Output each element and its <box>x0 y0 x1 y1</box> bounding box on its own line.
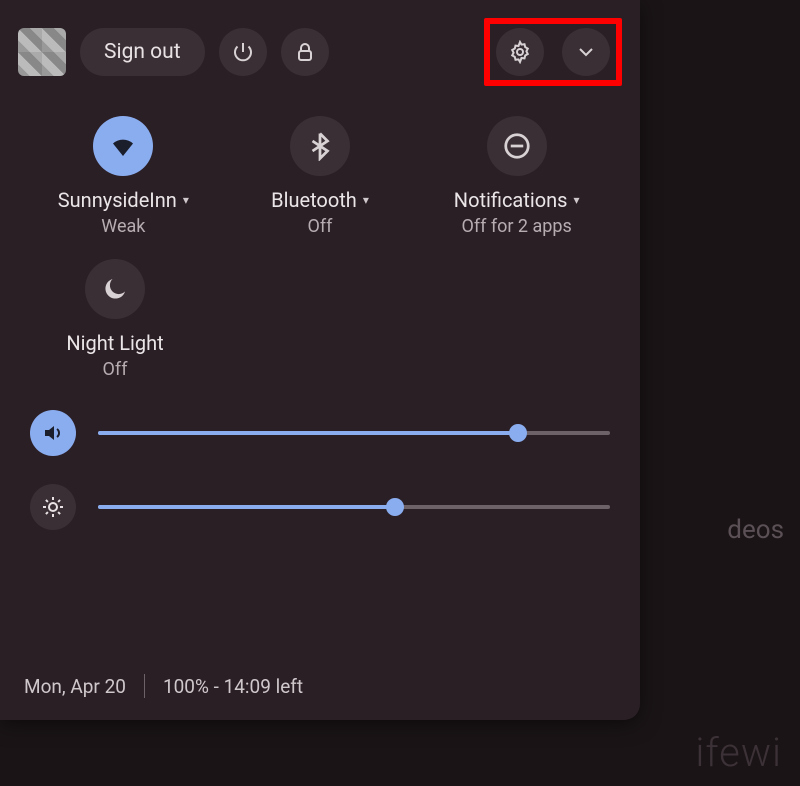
night-light-row: Night Light Off <box>0 237 640 380</box>
date-text: Mon, Apr 20 <box>24 675 126 698</box>
wifi-tile[interactable]: SunnysideInn ▾ Weak <box>30 116 217 237</box>
bluetooth-label: Bluetooth <box>271 188 357 212</box>
do-not-disturb-icon <box>502 131 532 161</box>
notifications-tile[interactable]: Notifications ▾ Off for 2 apps <box>423 116 610 237</box>
sign-out-button[interactable]: Sign out <box>80 28 205 76</box>
footer-divider <box>144 674 145 698</box>
watermark: ifewi <box>695 729 782 776</box>
bluetooth-status: Off <box>308 216 333 237</box>
bluetooth-toggle[interactable] <box>290 116 350 176</box>
collapse-button[interactable] <box>562 28 610 76</box>
brightness-button[interactable] <box>30 484 76 530</box>
quick-tiles: SunnysideInn ▾ Weak Bluetooth ▾ Off Noti… <box>0 86 640 237</box>
brightness-thumb[interactable] <box>386 498 404 516</box>
night-light-status: Off <box>103 359 128 380</box>
sign-out-label: Sign out <box>104 40 181 64</box>
volume-row <box>30 410 610 456</box>
bluetooth-tile[interactable]: Bluetooth ▾ Off <box>227 116 414 237</box>
user-avatar[interactable] <box>18 28 66 76</box>
notifications-status: Off for 2 apps <box>461 216 571 237</box>
wifi-icon <box>108 131 138 161</box>
power-icon <box>231 40 255 64</box>
chevron-down-icon <box>574 40 598 64</box>
volume-button[interactable] <box>30 410 76 456</box>
volume-slider[interactable] <box>98 431 610 435</box>
night-light-toggle[interactable] <box>85 259 145 319</box>
brightness-row <box>30 484 610 530</box>
wifi-label: SunnysideInn <box>58 188 177 212</box>
notifications-label: Notifications <box>454 188 568 212</box>
gear-icon <box>508 40 532 64</box>
notifications-label-row[interactable]: Notifications ▾ <box>454 188 580 212</box>
wifi-status: Weak <box>101 216 145 237</box>
dropdown-caret-icon: ▾ <box>574 193 580 207</box>
bluetooth-icon <box>305 131 335 161</box>
background-text: deos <box>727 515 784 545</box>
dropdown-caret-icon: ▾ <box>363 193 369 207</box>
panel-footer: Mon, Apr 20 100% - 14:09 left <box>0 660 327 720</box>
lock-icon <box>293 40 317 64</box>
lock-button[interactable] <box>281 28 329 76</box>
sliders-section <box>0 380 640 530</box>
brightness-icon <box>41 495 65 519</box>
volume-icon <box>41 421 65 445</box>
wifi-label-row[interactable]: SunnysideInn ▾ <box>58 188 189 212</box>
battery-status: 100% - 14:09 left <box>163 675 303 698</box>
bluetooth-label-row[interactable]: Bluetooth ▾ <box>271 188 369 212</box>
night-light-tile[interactable]: Night Light Off <box>40 259 190 380</box>
quick-settings-panel: Sign out SunnysideInn ▾ We <box>0 0 640 720</box>
power-button[interactable] <box>219 28 267 76</box>
brightness-slider[interactable] <box>98 505 610 509</box>
annotation-highlight <box>484 18 622 86</box>
night-light-label: Night Light <box>66 331 163 355</box>
night-light-icon <box>100 274 130 304</box>
night-light-label-row: Night Light <box>66 331 163 355</box>
settings-button[interactable] <box>496 28 544 76</box>
panel-top-row: Sign out <box>0 0 640 86</box>
dropdown-caret-icon: ▾ <box>183 193 189 207</box>
notifications-toggle[interactable] <box>487 116 547 176</box>
wifi-toggle[interactable] <box>93 116 153 176</box>
volume-thumb[interactable] <box>509 424 527 442</box>
